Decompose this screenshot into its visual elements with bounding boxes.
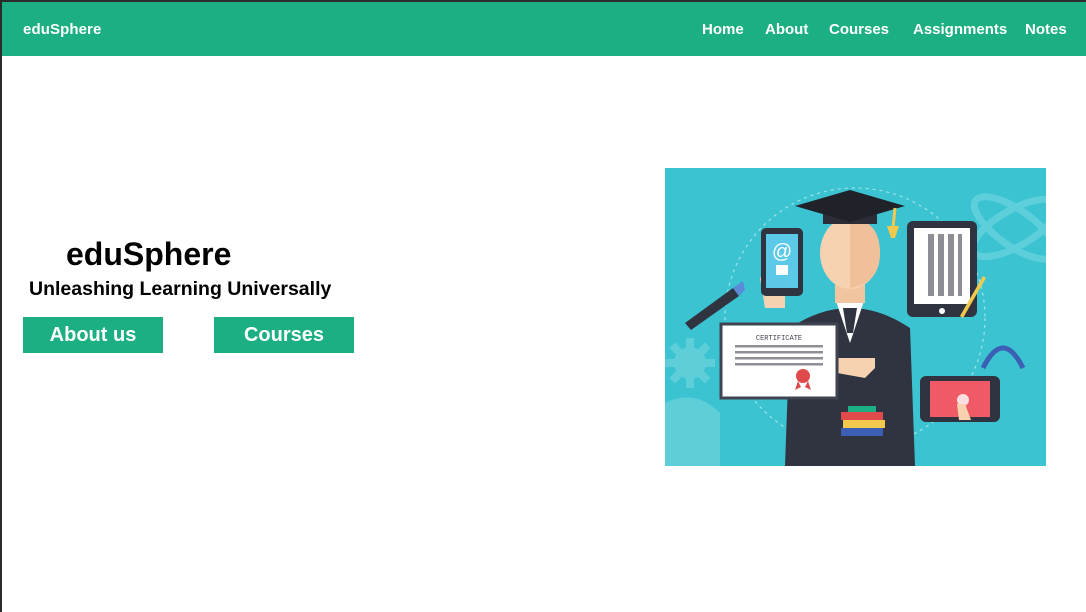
video-player-icon xyxy=(920,376,1000,422)
nav-home[interactable]: Home xyxy=(702,21,744,38)
certificate-label: CERTIFICATE xyxy=(756,335,802,343)
gear-icon xyxy=(665,338,715,388)
about-us-button[interactable]: About us xyxy=(23,317,163,353)
graduate-illustration: @ CERTIFICATE xyxy=(665,168,1046,466)
nav-courses[interactable]: Courses xyxy=(829,21,889,38)
certificate-icon: CERTIFICATE xyxy=(719,322,839,400)
courses-button[interactable]: Courses xyxy=(214,317,354,353)
top-navbar: eduSphere Home About Courses Assignments… xyxy=(2,2,1086,56)
hero-title: eduSphere xyxy=(66,236,232,272)
phone-icon: @ xyxy=(761,228,803,296)
hero-subtitle: Unleashing Learning Universally xyxy=(29,278,332,300)
nav-about[interactable]: About xyxy=(765,21,808,38)
tablet-icon xyxy=(907,221,986,318)
brand-logo[interactable]: eduSphere xyxy=(23,21,101,38)
at-symbol: @ xyxy=(772,241,792,263)
nav-assignments[interactable]: Assignments xyxy=(913,21,1007,38)
nav-notes[interactable]: Notes xyxy=(1025,21,1067,38)
